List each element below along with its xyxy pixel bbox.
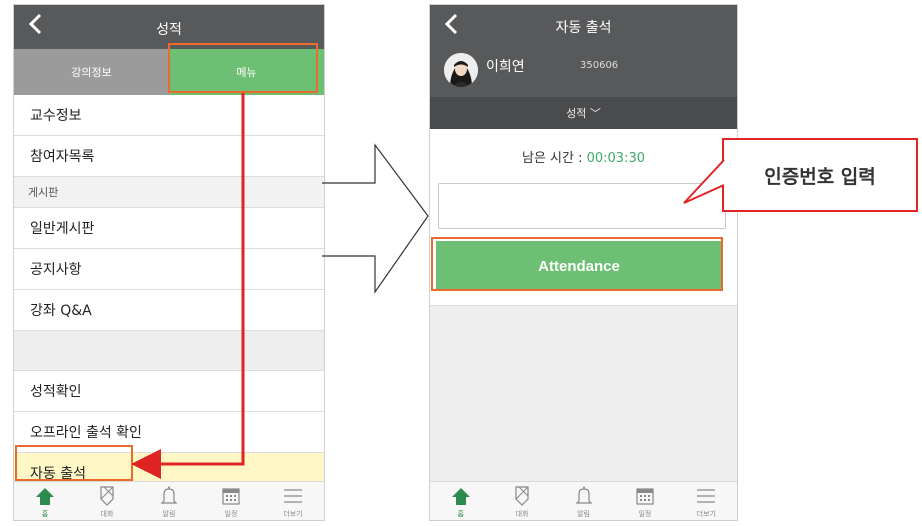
top-bar: 자동 출석 이희연 350606 성적 ﹀: [430, 5, 737, 129]
course-dropdown-label: 성적 ﹀: [566, 107, 601, 120]
tabbar-home[interactable]: 홈: [430, 482, 491, 520]
highlight-auto-attendance: [15, 445, 133, 481]
menu-item-notice[interactable]: 공지사항: [14, 249, 324, 290]
calendar-icon: [636, 488, 654, 505]
tabbar-more[interactable]: 더보기: [262, 482, 324, 520]
menu-item-professor-info[interactable]: 교수정보: [14, 95, 324, 136]
remaining-time: 남은 시간 : 00:03:30: [430, 147, 737, 166]
tabbar-label: 홈: [41, 510, 49, 518]
tabbar-label: 대화: [515, 510, 529, 518]
bottom-tab-bar: 홈 대화 알림 일정 더보기: [430, 481, 737, 520]
highlight-attendance-button: [431, 237, 723, 291]
section-spacer: [14, 331, 324, 371]
tabbar-home[interactable]: 홈: [14, 482, 76, 520]
home-icon: [451, 488, 470, 505]
tabbar-chat[interactable]: 대화: [491, 482, 552, 520]
callout-box: 인증번호 입력: [722, 138, 918, 212]
content-area: [430, 305, 737, 482]
user-photo-icon: [444, 53, 478, 87]
course-selector[interactable]: 성적 ﹀: [430, 97, 737, 129]
tabbar-label: 더보기: [696, 510, 716, 518]
avatar: [444, 53, 478, 87]
page-title: 자동 출석: [555, 20, 612, 36]
tabbar-more[interactable]: 더보기: [676, 482, 737, 520]
bell-icon: [160, 486, 178, 504]
menu-item-general-board[interactable]: 일반게시판: [14, 208, 324, 249]
tabbar-label: 알림: [577, 510, 590, 518]
tabbar-schedule[interactable]: 일정: [614, 482, 675, 520]
more-icon: [284, 489, 302, 503]
page-title: 성적: [156, 22, 182, 38]
calendar-icon: [222, 488, 240, 505]
tabbar-chat[interactable]: 대화: [76, 482, 138, 520]
flow-arrow: [322, 143, 429, 294]
chat-icon: [515, 486, 529, 506]
menu-item-participants[interactable]: 참여자목록: [14, 136, 324, 177]
tab-lecture-info[interactable]: 강의정보: [14, 49, 169, 95]
user-id: 350606: [580, 60, 619, 71]
user-name: 이희연: [486, 59, 525, 75]
tabbar-schedule[interactable]: 일정: [200, 482, 262, 520]
tabbar-label: 더보기: [283, 510, 303, 518]
menu-list: 교수정보 참여자목록 게시판 일반게시판 공지사항 강좌 Q&A 성적확인 오프…: [14, 95, 324, 494]
more-icon: [697, 489, 716, 503]
tabbar-alerts[interactable]: 알림: [553, 482, 614, 520]
auth-code-input[interactable]: [438, 183, 726, 229]
tabbar-label: 알림: [162, 510, 176, 518]
tabbar-label: 일정: [224, 510, 238, 518]
highlight-menu-tab: [168, 43, 318, 93]
callout-text: 인증번호 입력: [764, 165, 876, 188]
tabbar-label: 일정: [638, 510, 652, 518]
bottom-tab-bar: 홈 대화 알림 일정 더보기: [14, 481, 324, 520]
section-header-board: 게시판: [14, 177, 324, 208]
home-icon: [36, 488, 54, 505]
tabbar-label: 대화: [100, 510, 114, 518]
timer-label: 남은 시간 :: [521, 151, 587, 166]
menu-item-grade-check[interactable]: 성적확인: [14, 371, 324, 412]
bell-icon: [575, 486, 592, 504]
tabbar-alerts[interactable]: 알림: [138, 482, 200, 520]
menu-item-qna[interactable]: 강좌 Q&A: [14, 290, 324, 331]
tabbar-label: 홈: [457, 510, 464, 518]
timer-value: 00:03:30: [586, 151, 645, 166]
chat-icon: [100, 486, 114, 506]
